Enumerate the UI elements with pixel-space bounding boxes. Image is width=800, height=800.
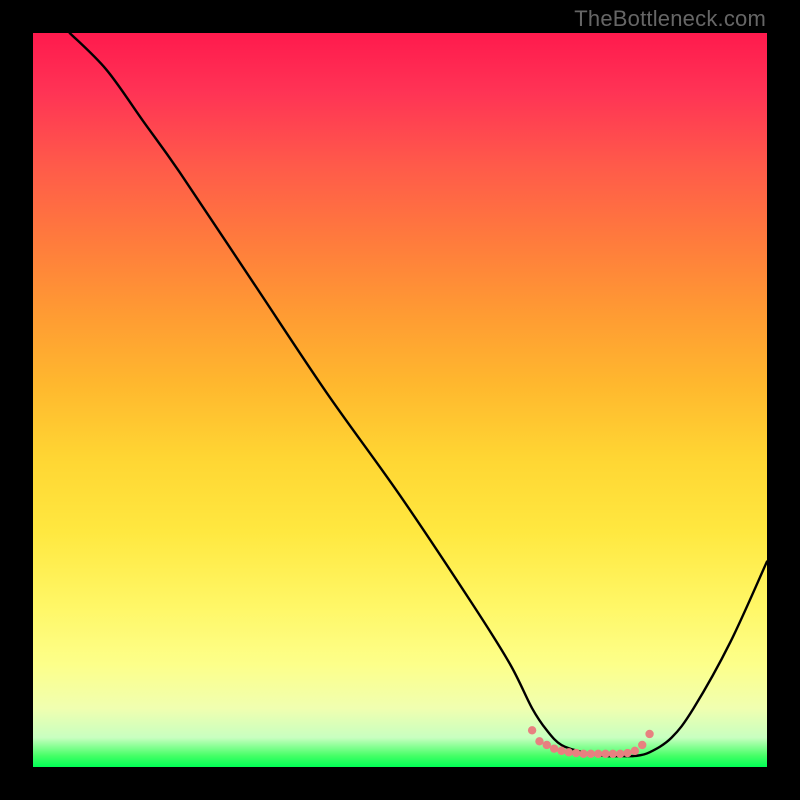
optimal-dot	[601, 750, 609, 758]
optimal-dot	[638, 741, 646, 749]
optimal-dot	[572, 749, 580, 757]
optimal-dot	[609, 750, 617, 758]
watermark-text: TheBottleneck.com	[574, 6, 766, 32]
plot-svg	[33, 33, 767, 767]
plot-area	[33, 33, 767, 767]
chart-container: TheBottleneck.com	[0, 0, 800, 800]
optimal-dot	[550, 744, 558, 752]
optimal-dot	[543, 741, 551, 749]
optimal-dot	[594, 750, 602, 758]
bottleneck-curve-line	[70, 33, 767, 756]
optimal-dot	[579, 750, 587, 758]
optimal-dot	[623, 749, 631, 757]
optimal-dot	[645, 730, 653, 738]
optimal-dot	[587, 750, 595, 758]
optimal-dot	[565, 748, 573, 756]
optimal-region-dots	[528, 726, 654, 758]
optimal-dot	[631, 747, 639, 755]
optimal-dot	[616, 750, 624, 758]
optimal-dot	[528, 726, 536, 734]
optimal-dot	[535, 737, 543, 745]
optimal-dot	[557, 747, 565, 755]
